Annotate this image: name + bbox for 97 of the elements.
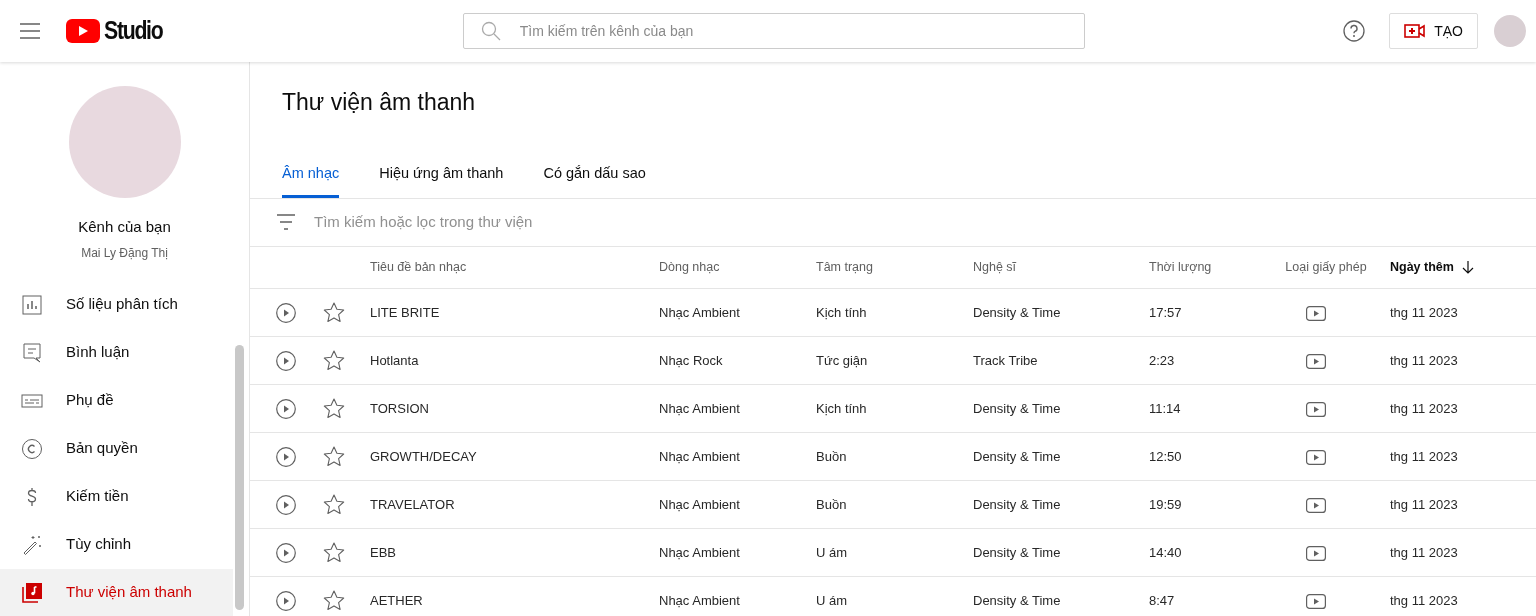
logo-text[interactable]: Studio [104,12,163,50]
column-header[interactable]: Dòng nhạc [659,259,720,274]
table-cell: Nhạc Rock [659,352,723,368]
table-cell: Kịch tính [816,400,867,416]
table-cell: 12:50 [1149,448,1182,464]
table-cell: thg 11 2023 [1390,544,1458,560]
youtube-license-icon [1306,401,1326,417]
star-button[interactable] [323,397,345,419]
sidebar-item[interactable]: Phụ đề [0,376,233,425]
table-cell: 17:57 [1149,304,1182,320]
table-cell: thg 11 2023 [1390,352,1458,368]
table-cell: 14:40 [1149,544,1182,560]
menu-icon[interactable] [20,23,40,39]
youtube-license-icon [1306,305,1326,321]
scrollbar[interactable] [235,345,244,610]
table-cell: Nhạc Ambient [659,592,740,608]
column-header[interactable]: Nghệ sĩ [973,259,1017,274]
table-cell: thg 11 2023 [1390,448,1458,464]
table-cell: Density & Time [973,304,1061,320]
table-cell: AETHER [370,592,423,608]
sidebar-item[interactable]: Tùy chỉnh [0,520,233,569]
youtube-license-icon [1306,449,1326,465]
star-button[interactable] [323,493,345,515]
youtube-license-icon [1306,497,1326,513]
play-button[interactable] [276,350,296,371]
tab[interactable]: Có gắn dấu sao [543,160,646,198]
table-cell: 8:47 [1149,592,1175,608]
table-cell: TORSION [370,400,429,416]
table-cell: Nhạc Ambient [659,496,740,512]
column-header[interactable]: Loại giấy phép [1285,259,1367,274]
table-cell: Buồn [816,496,847,512]
play-button[interactable] [276,590,296,611]
sidebar-item[interactable]: Số liệu phân tích [0,280,233,329]
table-cell: 11:14 [1149,400,1181,416]
play-logo-icon[interactable] [66,19,100,43]
table-cell: Track Tribe [973,352,1038,368]
comment-icon [20,340,44,365]
table-cell: Nhạc Ambient [659,448,740,464]
star-button[interactable] [323,301,345,323]
table-cell: Hotlanta [370,352,419,368]
play-button[interactable] [276,302,296,323]
table-cell: LITE BRITE [370,304,440,320]
table-cell: GROWTH/DECAY [370,448,477,464]
sidebar-item[interactable]: Thư viện âm thanh [0,568,233,616]
copyright-icon [20,436,44,461]
table-cell: thg 11 2023 [1390,400,1458,416]
channel-name: Mai Ly Đặng Thị [80,244,169,262]
tab[interactable]: Âm nhạc [282,160,340,198]
table-cell: Density & Time [973,496,1061,512]
bar-chart-icon [20,292,44,317]
table-cell: Buồn [816,448,847,464]
channel-title: Kênh của bạn [77,217,172,237]
help-icon[interactable] [1343,20,1366,42]
table-cell: Nhạc Ambient [659,304,740,320]
star-button[interactable] [323,349,345,371]
table-cell: Density & Time [973,448,1061,464]
column-header[interactable]: Thời lượng [1149,259,1212,274]
filter-icon[interactable] [276,214,296,231]
star-button[interactable] [323,445,345,467]
video-camera-icon [1404,23,1427,39]
table-cell: Tức giận [816,352,868,368]
table-cell: Density & Time [973,592,1061,608]
table-cell: thg 11 2023 [1390,592,1458,608]
table-cell: Density & Time [973,400,1061,416]
column-header[interactable]: Ngày thêm [1390,259,1454,274]
youtube-license-icon [1306,353,1326,369]
table-cell: 2:23 [1149,352,1175,368]
sidebar-item[interactable]: Kiếm tiền [0,472,233,521]
table-cell: Density & Time [973,544,1061,560]
table-cell: Nhạc Ambient [659,544,740,560]
sidebar-item[interactable]: Bản quyền [0,424,233,473]
table-cell: 19:59 [1149,496,1182,512]
table-cell: Nhạc Ambient [659,400,740,416]
table-cell: U ám [816,544,848,560]
play-button[interactable] [276,398,296,419]
youtube-license-icon [1306,593,1326,609]
play-button[interactable] [276,542,296,563]
sort-down-arrow-icon[interactable] [1461,261,1474,275]
table-cell: TRAVELATOR [370,496,455,512]
tab[interactable]: Hiệu ứng âm thanh [379,160,504,198]
play-button[interactable] [276,494,296,515]
star-button[interactable] [323,541,345,563]
music-note-icon [20,580,44,605]
star-button[interactable] [323,589,345,611]
create-button[interactable]: TẠO [1389,13,1478,49]
table-cell: U ám [816,592,848,608]
page-title: Thư viện âm thanh [281,88,477,117]
column-header[interactable]: Tâm trạng [816,259,873,274]
youtube-license-icon [1306,545,1326,561]
table-cell: Kịch tính [816,304,867,320]
table-cell: thg 11 2023 [1390,304,1458,320]
column-header[interactable]: Tiêu đề bản nhạc [370,259,467,274]
play-button[interactable] [276,446,296,467]
table-cell: thg 11 2023 [1390,496,1458,512]
table-cell: EBB [370,544,396,560]
search-field[interactable]: Tìm kiếm trên kênh của bạn [462,13,1085,49]
sidebar-item[interactable]: Bình luận [0,328,233,377]
